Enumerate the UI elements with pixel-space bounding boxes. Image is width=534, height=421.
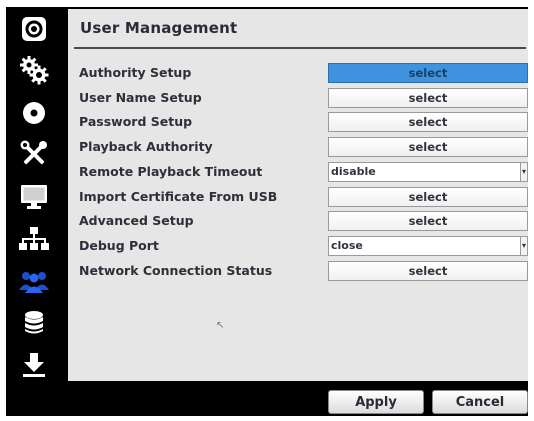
user-name-setup-button[interactable]: select xyxy=(328,88,528,108)
database-icon xyxy=(23,310,45,336)
advanced-setup-button[interactable]: select xyxy=(328,211,528,231)
user-name-setup-label: User Name Setup xyxy=(79,90,202,105)
sidebar-item-tools[interactable] xyxy=(6,134,62,174)
sidebar-item-database[interactable] xyxy=(6,303,62,343)
sidebar-item-system[interactable] xyxy=(6,50,62,90)
tools-icon xyxy=(20,140,48,168)
import-certificate-button[interactable]: select xyxy=(328,187,528,207)
camera-lens-icon xyxy=(21,16,47,42)
sidebar-item-network[interactable] xyxy=(6,219,62,259)
disc-icon xyxy=(22,101,46,125)
remote-playback-timeout-select[interactable]: disable ▾ xyxy=(328,162,528,182)
playback-authority-label: Playback Authority xyxy=(79,139,213,154)
network-connection-status-button[interactable]: select xyxy=(328,261,528,281)
debug-port-label: Debug Port xyxy=(79,238,159,253)
users-icon xyxy=(18,268,50,294)
sidebar-item-download[interactable] xyxy=(6,345,62,385)
sidebar-item-camera[interactable] xyxy=(6,9,62,49)
remote-playback-timeout-value: disable xyxy=(331,165,376,178)
user-management-panel: User Management Authority Setup select U… xyxy=(68,9,528,381)
network-icon xyxy=(18,226,50,252)
monitor-icon xyxy=(20,184,48,210)
gears-icon xyxy=(19,55,49,85)
apply-button[interactable]: Apply xyxy=(328,390,424,414)
authority-setup-label: Authority Setup xyxy=(79,65,192,80)
dropdown-arrow-icon[interactable]: ▾ xyxy=(520,163,527,181)
debug-port-select[interactable]: close ▾ xyxy=(328,236,528,256)
playback-authority-button[interactable]: select xyxy=(328,137,528,157)
authority-setup-button[interactable]: select xyxy=(328,63,528,83)
network-connection-status-label: Network Connection Status xyxy=(79,263,273,278)
password-setup-button[interactable]: select xyxy=(328,112,528,132)
title-divider xyxy=(74,47,526,49)
page-title: User Management xyxy=(80,19,238,37)
password-setup-label: Password Setup xyxy=(79,114,193,129)
debug-port-value: close xyxy=(331,239,363,252)
mouse-cursor-icon: ↖ xyxy=(216,320,225,331)
import-certificate-label: Import Certificate From USB xyxy=(79,189,278,204)
sidebar-item-display[interactable] xyxy=(6,177,62,217)
cancel-button[interactable]: Cancel xyxy=(432,390,528,414)
dropdown-arrow-icon[interactable]: ▾ xyxy=(520,237,527,255)
advanced-setup-label: Advanced Setup xyxy=(79,213,194,228)
settings-window: User Management Authority Setup select U… xyxy=(6,7,528,416)
sidebar xyxy=(6,7,62,387)
download-icon xyxy=(22,352,46,378)
sidebar-item-user-management[interactable] xyxy=(6,261,62,301)
remote-playback-timeout-label: Remote Playback Timeout xyxy=(79,164,263,179)
sidebar-item-storage[interactable] xyxy=(6,93,62,133)
